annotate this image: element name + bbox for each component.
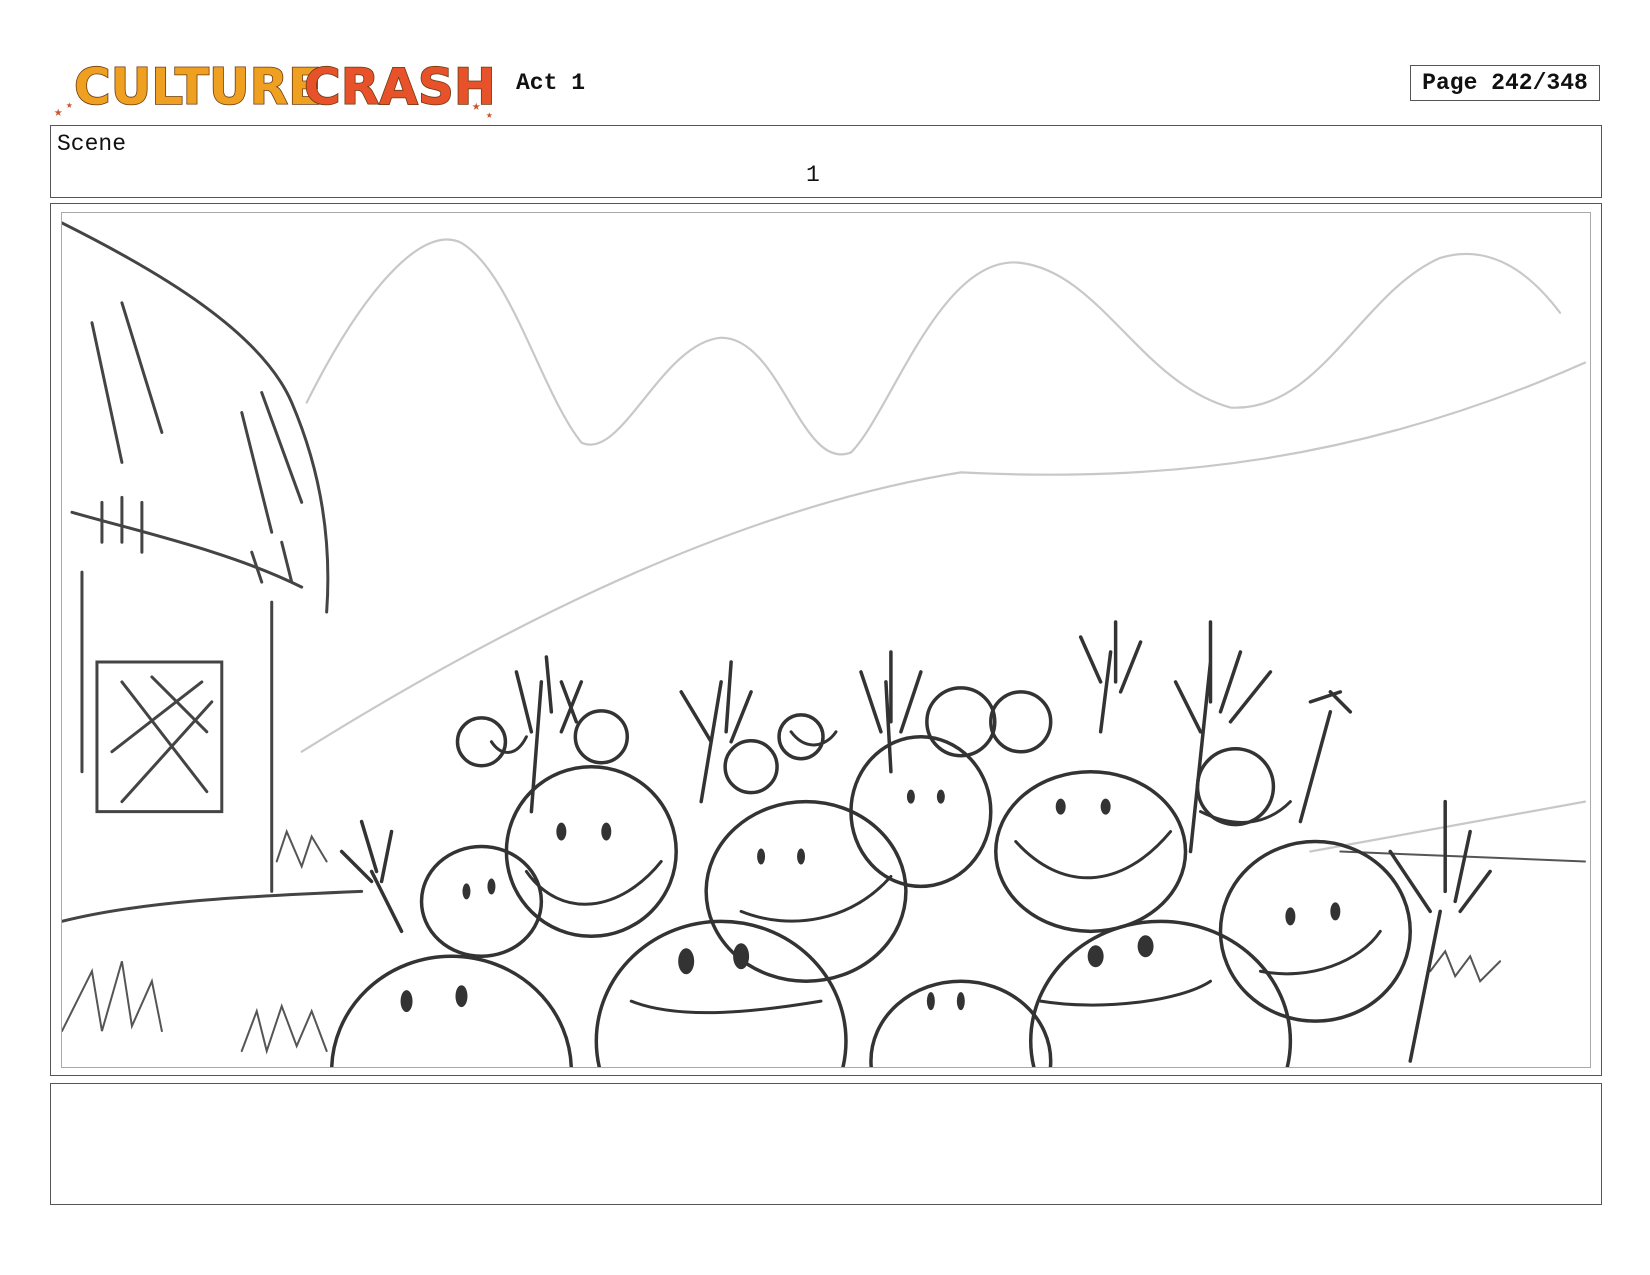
svg-text:CRASH: CRASH xyxy=(304,58,496,116)
notes-box[interactable] xyxy=(50,1083,1602,1205)
page-counter: Page 242/348 xyxy=(1410,65,1600,101)
svg-text:CULTURE: CULTURE xyxy=(74,58,322,116)
svg-text:★: ★ xyxy=(54,105,63,121)
svg-text:★: ★ xyxy=(66,100,73,112)
svg-text:★: ★ xyxy=(472,99,481,115)
svg-text:★: ★ xyxy=(486,110,493,122)
scene-label: Scene xyxy=(57,131,127,157)
storyboard-panel xyxy=(61,212,1591,1068)
sketch-drawing xyxy=(62,221,1587,1067)
scene-number: 1 xyxy=(806,162,820,188)
scene-box: Scene 1 xyxy=(50,125,1602,198)
act-label: Act 1 xyxy=(516,70,586,96)
culture-crash-logo: CULTURE CRASH ★ ★ ★ ★ xyxy=(52,46,502,122)
